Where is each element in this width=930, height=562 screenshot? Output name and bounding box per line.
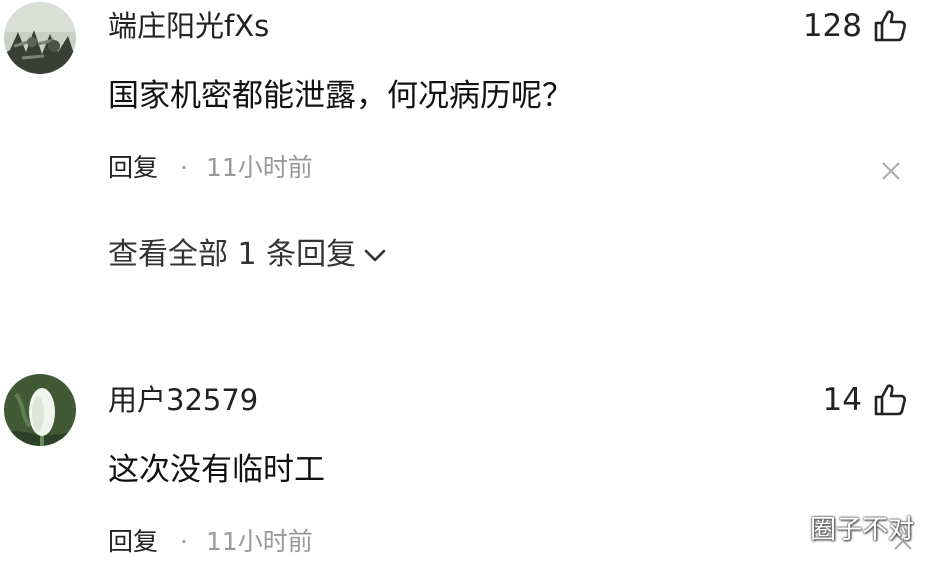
chevron-down-icon bbox=[364, 249, 386, 262]
username[interactable]: 端庄阳光fXs bbox=[108, 8, 269, 44]
thumbs-up-icon bbox=[874, 384, 906, 416]
timestamp: 11小时前 bbox=[205, 153, 313, 182]
separator-dot: · bbox=[180, 527, 188, 556]
thumbs-up-icon bbox=[874, 10, 906, 42]
like-button[interactable]: 128 bbox=[803, 6, 908, 46]
like-count: 128 bbox=[802, 8, 862, 44]
timestamp: 11小时前 bbox=[205, 527, 313, 556]
comment-item: 用户32579 14 这次没有临时工 回复 · 11小时前 bbox=[0, 370, 930, 562]
avatar[interactable] bbox=[4, 2, 76, 74]
comment-meta: 回复 · 11小时前 bbox=[108, 526, 313, 558]
comment-item: 端庄阳光fXs 128 国家机密都能泄露，何况病历呢？ 回复 · 11小时前 查… bbox=[0, 0, 930, 330]
like-count: 14 bbox=[822, 382, 862, 418]
dark-scenery-avatar-icon bbox=[4, 2, 76, 74]
reply-button[interactable]: 回复 bbox=[108, 526, 158, 558]
white-flower-avatar-icon bbox=[4, 374, 76, 446]
comment-meta: 回复 · 11小时前 bbox=[108, 152, 313, 184]
avatar[interactable] bbox=[4, 374, 76, 446]
watermark: 圈子不对 bbox=[809, 515, 914, 545]
separator-dot: · bbox=[180, 153, 188, 182]
reply-button[interactable]: 回复 bbox=[108, 152, 158, 184]
like-button[interactable]: 14 bbox=[823, 380, 908, 420]
close-icon[interactable] bbox=[880, 160, 902, 182]
username[interactable]: 用户32579 bbox=[108, 382, 258, 418]
expand-replies-label: 查看全部 1 条回复 bbox=[108, 237, 357, 272]
expand-replies-button[interactable]: 查看全部 1 条回复 bbox=[108, 236, 388, 274]
comment-text: 国家机密都能泄露，何况病历呢？ bbox=[108, 78, 573, 114]
comment-text: 这次没有临时工 bbox=[108, 452, 325, 488]
